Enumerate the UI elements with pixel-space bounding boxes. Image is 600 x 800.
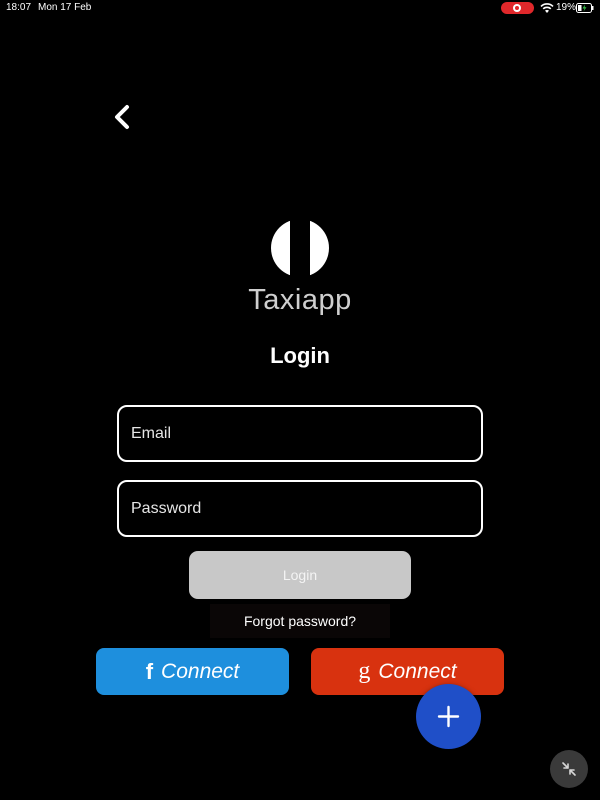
facebook-connect-label: Connect bbox=[161, 659, 240, 683]
password-input[interactable] bbox=[119, 482, 481, 535]
login-screen: 18:07 Mon 17 Feb 19% Taxiapp Login Email… bbox=[0, 0, 600, 800]
battery-icon bbox=[576, 3, 594, 13]
status-time: 18:07 bbox=[6, 2, 32, 13]
google-connect-button[interactable]: g Connect bbox=[311, 648, 504, 695]
status-date: Mon 17 Feb bbox=[38, 2, 92, 13]
taxiapp-logo-icon bbox=[271, 219, 329, 277]
brand-name: Taxiapp bbox=[248, 284, 352, 316]
wifi-icon bbox=[540, 3, 554, 13]
email-field[interactable] bbox=[117, 405, 483, 462]
collapse-icon bbox=[562, 762, 576, 776]
back-button[interactable] bbox=[108, 102, 138, 132]
chevron-left-icon bbox=[115, 105, 129, 129]
page-title: Login bbox=[270, 343, 330, 368]
screen-recording-icon[interactable] bbox=[501, 2, 534, 14]
google-connect-label: Connect bbox=[378, 659, 457, 683]
google-icon: g bbox=[358, 658, 371, 684]
forgot-password-link[interactable]: Forgot password? bbox=[210, 604, 390, 638]
add-fab-button[interactable] bbox=[416, 684, 481, 749]
plus-icon bbox=[437, 705, 460, 728]
email-input[interactable] bbox=[119, 407, 481, 460]
facebook-icon: f bbox=[145, 658, 154, 684]
battery-percent: 19% bbox=[556, 2, 577, 13]
status-bar: 18:07 Mon 17 Feb 19% bbox=[0, 0, 600, 16]
facebook-connect-button[interactable]: f Connect bbox=[96, 648, 289, 695]
collapse-button[interactable] bbox=[550, 750, 588, 788]
login-button[interactable]: Login bbox=[189, 551, 411, 599]
password-field[interactable] bbox=[117, 480, 483, 537]
